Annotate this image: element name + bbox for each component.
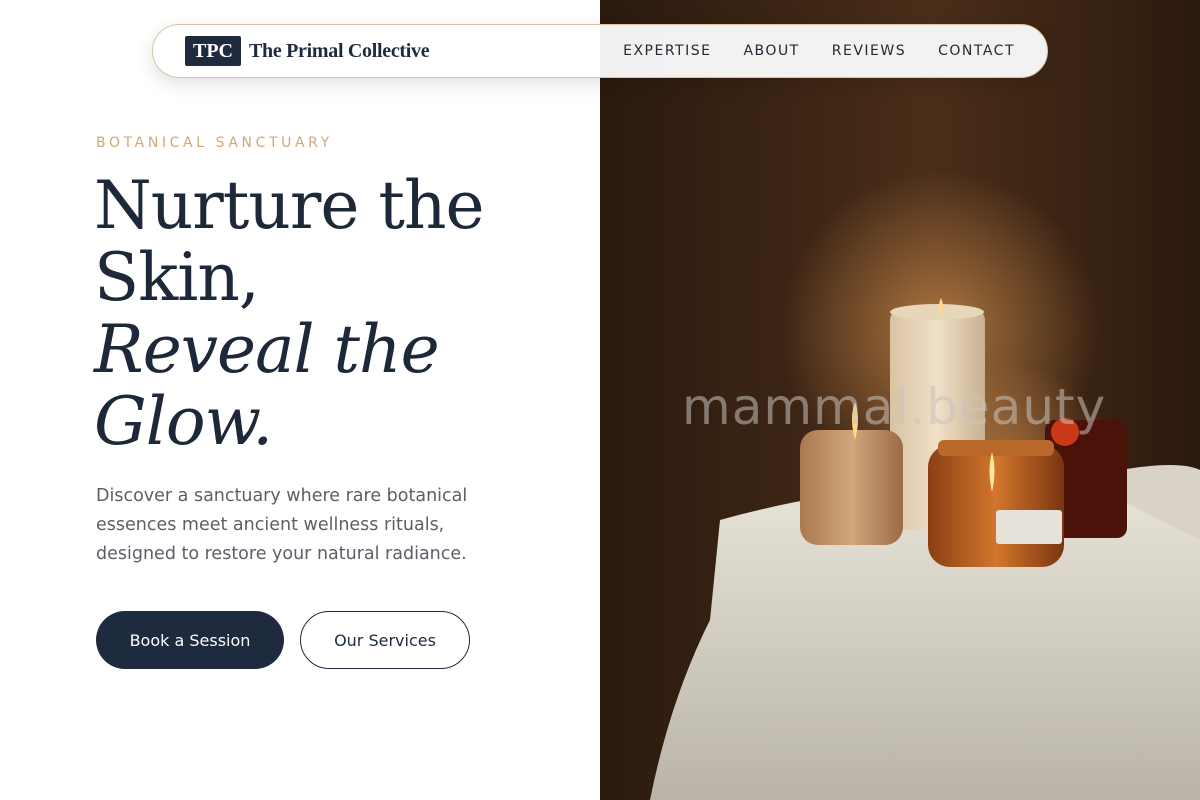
headline-line-3: Reveal the [94, 311, 440, 388]
headline-line-4: Glow. [94, 383, 273, 460]
hero-description: Discover a sanctuary where rare botanica… [96, 486, 468, 564]
logo-badge: TPC [185, 36, 241, 66]
nav-link-reviews[interactable]: REVIEWS [832, 43, 906, 59]
nav-links: EXPERTISE ABOUT REVIEWS CONTACT [623, 43, 1015, 59]
nav-link-about[interactable]: ABOUT [743, 43, 799, 59]
our-services-button[interactable]: Our Services [300, 611, 470, 669]
brand-name: The Primal Collective [249, 39, 430, 62]
nav-link-contact[interactable]: CONTACT [938, 43, 1015, 59]
hero-headline: Nurture the Skin, Reveal the Glow. [94, 170, 574, 458]
headline-line-2: Skin, [94, 239, 260, 316]
logo[interactable]: TPC The Primal Collective [185, 36, 430, 66]
hero-eyebrow: BOTANICAL SANCTUARY [96, 135, 333, 151]
navbar: TPC The Primal Collective EXPERTISE ABOU… [152, 24, 1048, 78]
book-session-button[interactable]: Book a Session [96, 611, 284, 669]
hero-photo: mammal.beauty [600, 0, 1200, 800]
watermark-text: mammal.beauty [682, 378, 1107, 436]
headline-line-1: Nurture the [94, 167, 485, 244]
nav-link-expertise[interactable]: EXPERTISE [623, 43, 711, 59]
